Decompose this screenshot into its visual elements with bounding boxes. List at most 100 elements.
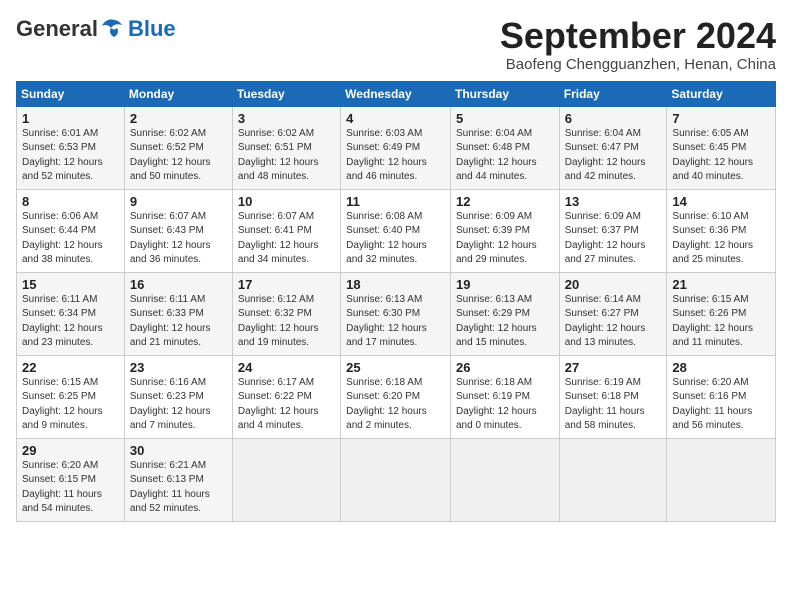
day-number: 3 xyxy=(238,111,335,126)
weekday-header-monday: Monday xyxy=(124,81,232,106)
day-info: Sunrise: 6:10 AM Sunset: 6:36 PM Dayligh… xyxy=(672,210,770,268)
calendar-cell: 18Sunrise: 6:13 AM Sunset: 6:30 PM Dayli… xyxy=(341,272,451,355)
calendar-cell xyxy=(232,438,340,521)
calendar-week-row: 8Sunrise: 6:06 AM Sunset: 6:44 PM Daylig… xyxy=(17,189,776,272)
calendar-cell: 24Sunrise: 6:17 AM Sunset: 6:22 PM Dayli… xyxy=(232,355,340,438)
day-number: 9 xyxy=(130,194,227,209)
weekday-header-saturday: Saturday xyxy=(667,81,776,106)
day-info: Sunrise: 6:06 AM Sunset: 6:44 PM Dayligh… xyxy=(22,210,119,268)
day-info: Sunrise: 6:20 AM Sunset: 6:15 PM Dayligh… xyxy=(22,459,119,517)
day-info: Sunrise: 6:19 AM Sunset: 6:18 PM Dayligh… xyxy=(565,376,662,434)
calendar-cell: 4Sunrise: 6:03 AM Sunset: 6:49 PM Daylig… xyxy=(341,106,451,189)
calendar-week-row: 1Sunrise: 6:01 AM Sunset: 6:53 PM Daylig… xyxy=(17,106,776,189)
day-number: 19 xyxy=(456,277,554,292)
calendar-week-row: 22Sunrise: 6:15 AM Sunset: 6:25 PM Dayli… xyxy=(17,355,776,438)
logo: General Blue xyxy=(16,16,176,42)
day-info: Sunrise: 6:05 AM Sunset: 6:45 PM Dayligh… xyxy=(672,127,770,185)
weekday-header-tuesday: Tuesday xyxy=(232,81,340,106)
day-info: Sunrise: 6:07 AM Sunset: 6:41 PM Dayligh… xyxy=(238,210,335,268)
calendar-cell: 5Sunrise: 6:04 AM Sunset: 6:48 PM Daylig… xyxy=(450,106,559,189)
calendar-cell xyxy=(559,438,667,521)
day-info: Sunrise: 6:09 AM Sunset: 6:37 PM Dayligh… xyxy=(565,210,662,268)
calendar-cell: 21Sunrise: 6:15 AM Sunset: 6:26 PM Dayli… xyxy=(667,272,776,355)
weekday-header-sunday: Sunday xyxy=(17,81,125,106)
day-number: 18 xyxy=(346,277,445,292)
calendar-cell: 13Sunrise: 6:09 AM Sunset: 6:37 PM Dayli… xyxy=(559,189,667,272)
day-info: Sunrise: 6:02 AM Sunset: 6:51 PM Dayligh… xyxy=(238,127,335,185)
day-number: 27 xyxy=(565,360,662,375)
calendar-cell: 22Sunrise: 6:15 AM Sunset: 6:25 PM Dayli… xyxy=(17,355,125,438)
calendar-body: 1Sunrise: 6:01 AM Sunset: 6:53 PM Daylig… xyxy=(17,106,776,521)
day-info: Sunrise: 6:04 AM Sunset: 6:47 PM Dayligh… xyxy=(565,127,662,185)
weekday-header-wednesday: Wednesday xyxy=(341,81,451,106)
calendar-cell: 3Sunrise: 6:02 AM Sunset: 6:51 PM Daylig… xyxy=(232,106,340,189)
day-info: Sunrise: 6:13 AM Sunset: 6:30 PM Dayligh… xyxy=(346,293,445,351)
calendar-cell: 28Sunrise: 6:20 AM Sunset: 6:16 PM Dayli… xyxy=(667,355,776,438)
location-subtitle: Baofeng Chengguanzhen, Henan, China xyxy=(500,56,776,73)
day-info: Sunrise: 6:15 AM Sunset: 6:26 PM Dayligh… xyxy=(672,293,770,351)
day-number: 24 xyxy=(238,360,335,375)
month-title: September 2024 xyxy=(500,16,776,56)
day-number: 30 xyxy=(130,443,227,458)
calendar-cell: 15Sunrise: 6:11 AM Sunset: 6:34 PM Dayli… xyxy=(17,272,125,355)
day-number: 17 xyxy=(238,277,335,292)
day-number: 23 xyxy=(130,360,227,375)
day-number: 22 xyxy=(22,360,119,375)
logo-blue-text: Blue xyxy=(128,16,176,42)
calendar-table: SundayMondayTuesdayWednesdayThursdayFrid… xyxy=(16,81,776,522)
day-number: 11 xyxy=(346,194,445,209)
logo-general-text: General xyxy=(16,16,98,42)
day-number: 5 xyxy=(456,111,554,126)
title-area: September 2024 Baofeng Chengguanzhen, He… xyxy=(500,16,776,73)
day-info: Sunrise: 6:07 AM Sunset: 6:43 PM Dayligh… xyxy=(130,210,227,268)
calendar-cell: 12Sunrise: 6:09 AM Sunset: 6:39 PM Dayli… xyxy=(450,189,559,272)
calendar-cell: 10Sunrise: 6:07 AM Sunset: 6:41 PM Dayli… xyxy=(232,189,340,272)
calendar-cell: 29Sunrise: 6:20 AM Sunset: 6:15 PM Dayli… xyxy=(17,438,125,521)
day-number: 25 xyxy=(346,360,445,375)
day-info: Sunrise: 6:08 AM Sunset: 6:40 PM Dayligh… xyxy=(346,210,445,268)
day-number: 12 xyxy=(456,194,554,209)
day-info: Sunrise: 6:15 AM Sunset: 6:25 PM Dayligh… xyxy=(22,376,119,434)
calendar-cell: 25Sunrise: 6:18 AM Sunset: 6:20 PM Dayli… xyxy=(341,355,451,438)
calendar-cell xyxy=(341,438,451,521)
calendar-cell: 19Sunrise: 6:13 AM Sunset: 6:29 PM Dayli… xyxy=(450,272,559,355)
calendar-cell xyxy=(667,438,776,521)
day-number: 6 xyxy=(565,111,662,126)
day-info: Sunrise: 6:16 AM Sunset: 6:23 PM Dayligh… xyxy=(130,376,227,434)
day-info: Sunrise: 6:11 AM Sunset: 6:34 PM Dayligh… xyxy=(22,293,119,351)
calendar-cell: 8Sunrise: 6:06 AM Sunset: 6:44 PM Daylig… xyxy=(17,189,125,272)
day-number: 15 xyxy=(22,277,119,292)
calendar-cell: 16Sunrise: 6:11 AM Sunset: 6:33 PM Dayli… xyxy=(124,272,232,355)
calendar-cell: 20Sunrise: 6:14 AM Sunset: 6:27 PM Dayli… xyxy=(559,272,667,355)
day-number: 13 xyxy=(565,194,662,209)
calendar-week-row: 15Sunrise: 6:11 AM Sunset: 6:34 PM Dayli… xyxy=(17,272,776,355)
calendar-cell: 17Sunrise: 6:12 AM Sunset: 6:32 PM Dayli… xyxy=(232,272,340,355)
calendar-cell xyxy=(450,438,559,521)
day-info: Sunrise: 6:18 AM Sunset: 6:19 PM Dayligh… xyxy=(456,376,554,434)
day-number: 2 xyxy=(130,111,227,126)
day-number: 14 xyxy=(672,194,770,209)
calendar-cell: 27Sunrise: 6:19 AM Sunset: 6:18 PM Dayli… xyxy=(559,355,667,438)
day-info: Sunrise: 6:02 AM Sunset: 6:52 PM Dayligh… xyxy=(130,127,227,185)
day-number: 4 xyxy=(346,111,445,126)
calendar-cell: 11Sunrise: 6:08 AM Sunset: 6:40 PM Dayli… xyxy=(341,189,451,272)
day-info: Sunrise: 6:09 AM Sunset: 6:39 PM Dayligh… xyxy=(456,210,554,268)
day-number: 10 xyxy=(238,194,335,209)
day-info: Sunrise: 6:03 AM Sunset: 6:49 PM Dayligh… xyxy=(346,127,445,185)
calendar-cell: 14Sunrise: 6:10 AM Sunset: 6:36 PM Dayli… xyxy=(667,189,776,272)
calendar-cell: 23Sunrise: 6:16 AM Sunset: 6:23 PM Dayli… xyxy=(124,355,232,438)
day-info: Sunrise: 6:13 AM Sunset: 6:29 PM Dayligh… xyxy=(456,293,554,351)
day-number: 16 xyxy=(130,277,227,292)
day-info: Sunrise: 6:12 AM Sunset: 6:32 PM Dayligh… xyxy=(238,293,335,351)
day-info: Sunrise: 6:18 AM Sunset: 6:20 PM Dayligh… xyxy=(346,376,445,434)
day-number: 29 xyxy=(22,443,119,458)
weekday-header-thursday: Thursday xyxy=(450,81,559,106)
day-number: 28 xyxy=(672,360,770,375)
calendar-cell: 30Sunrise: 6:21 AM Sunset: 6:13 PM Dayli… xyxy=(124,438,232,521)
weekday-header-friday: Friday xyxy=(559,81,667,106)
day-info: Sunrise: 6:01 AM Sunset: 6:53 PM Dayligh… xyxy=(22,127,119,185)
day-number: 20 xyxy=(565,277,662,292)
calendar-cell: 9Sunrise: 6:07 AM Sunset: 6:43 PM Daylig… xyxy=(124,189,232,272)
day-info: Sunrise: 6:14 AM Sunset: 6:27 PM Dayligh… xyxy=(565,293,662,351)
weekday-header-row: SundayMondayTuesdayWednesdayThursdayFrid… xyxy=(17,81,776,106)
